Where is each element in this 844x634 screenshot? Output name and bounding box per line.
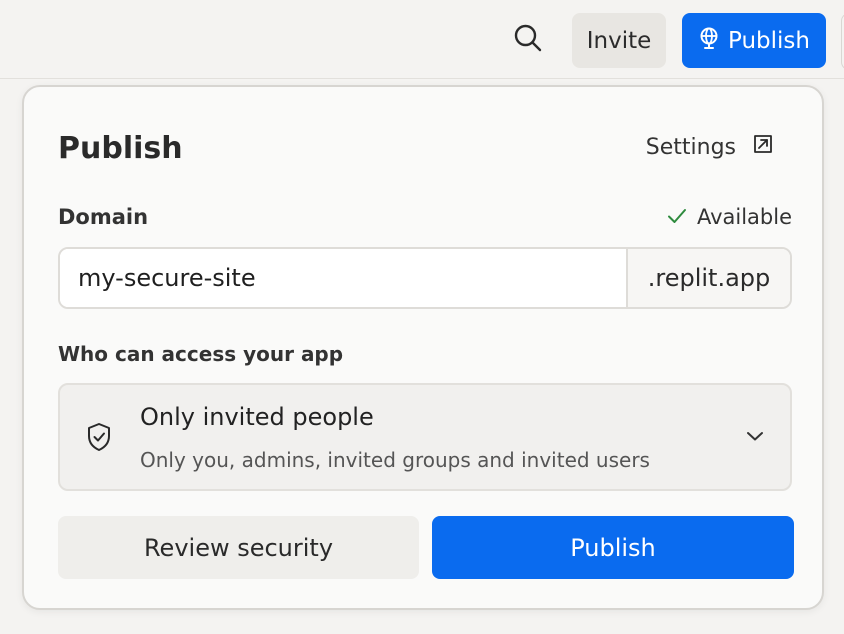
publish-header-label: Publish (728, 27, 810, 54)
panel-title: Publish (58, 131, 183, 166)
invite-button-label: Invite (586, 27, 652, 54)
check-icon (667, 205, 687, 229)
top-bar: Invite Publish (0, 0, 844, 79)
globe-icon (698, 27, 720, 55)
search-button[interactable] (506, 20, 550, 60)
shield-check-icon (86, 422, 112, 456)
publish-panel: Publish Settings Domain Available .repli… (22, 85, 824, 610)
availability-label: Available (696, 205, 792, 229)
access-label: Who can access your app (58, 342, 344, 366)
invite-button[interactable]: Invite (572, 13, 666, 68)
domain-input[interactable] (60, 249, 626, 307)
publish-header-button[interactable]: Publish (682, 13, 826, 68)
publish-button[interactable]: Publish (432, 516, 794, 579)
external-link-icon (752, 133, 774, 161)
domain-field: .replit.app (58, 247, 792, 309)
settings-link[interactable]: Settings (646, 133, 774, 161)
access-option-title: Only invited people (140, 403, 374, 431)
domain-availability-status: Available (667, 205, 792, 229)
review-security-label: Review security (143, 533, 334, 562)
domain-suffix: .replit.app (626, 249, 790, 307)
domain-label: Domain (58, 205, 149, 229)
settings-label: Settings (645, 134, 736, 160)
chevron-down-icon (746, 427, 764, 446)
access-option-description: Only you, admins, invited groups and inv… (140, 448, 650, 472)
search-icon (513, 23, 543, 57)
publish-button-label: Publish (570, 533, 656, 562)
access-dropdown[interactable]: Only invited people Only you, admins, in… (58, 383, 792, 491)
review-security-button[interactable]: Review security (58, 516, 419, 579)
